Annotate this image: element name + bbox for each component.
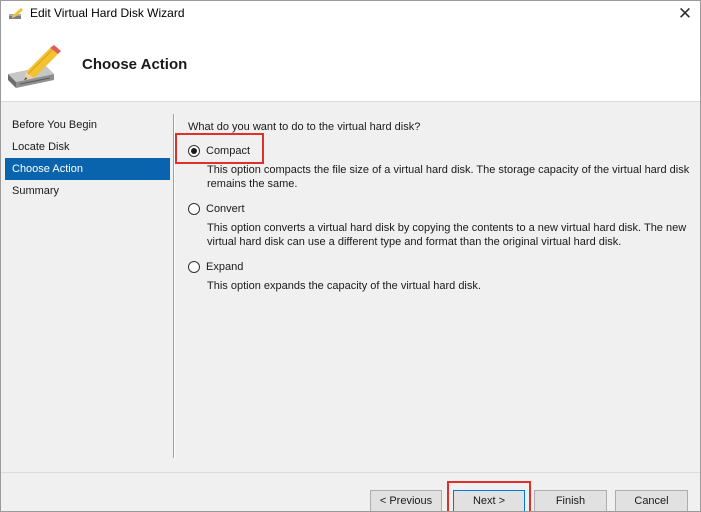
window-title: Edit Virtual Hard Disk Wizard	[30, 6, 185, 20]
nav-item-before-you-begin[interactable]: Before You Begin	[5, 114, 170, 136]
expand-label[interactable]: Expand	[206, 261, 243, 273]
nav-item-choose-action[interactable]: Choose Action	[5, 158, 170, 180]
convert-description: This option converts a virtual hard disk…	[207, 222, 687, 248]
convert-label[interactable]: Convert	[206, 203, 245, 215]
compact-highlight-box	[175, 133, 264, 164]
compact-description: This option compacts the file size of a …	[207, 164, 690, 190]
wizard-window: Edit Virtual Hard Disk Wizard ✕ Choose A…	[0, 0, 701, 512]
convert-radio[interactable]	[188, 203, 200, 215]
close-icon: ✕	[677, 3, 693, 23]
expand-radio[interactable]	[188, 261, 200, 273]
previous-button[interactable]: < Previous	[370, 490, 442, 511]
close-button[interactable]: ✕	[670, 1, 700, 26]
option-convert: Convert This option converts a virtual h…	[188, 201, 697, 249]
option-compact: Compact This option compacts the file si…	[188, 143, 697, 191]
expand-radio-row[interactable]: Expand	[188, 259, 697, 275]
expand-description: This option expands the capacity of the …	[207, 280, 481, 292]
compact-radio-row[interactable]: Compact	[188, 143, 697, 159]
nav-separator	[173, 114, 175, 458]
cancel-button[interactable]: Cancel	[615, 490, 688, 511]
wizard-header: Choose Action	[1, 26, 700, 102]
pencil-disk-icon	[8, 45, 61, 88]
option-expand: Expand This option expands the capacity …	[188, 259, 697, 293]
wizard-footer: < Previous Next > Finish Cancel	[1, 472, 700, 511]
step-nav: Before You Begin Locate Disk Choose Acti…	[5, 114, 170, 202]
nav-item-locate-disk[interactable]: Locate Disk	[5, 136, 170, 158]
page-title: Choose Action	[82, 56, 188, 73]
wizard-app-icon	[9, 8, 23, 19]
next-highlight-box	[447, 481, 531, 511]
title-bar: Edit Virtual Hard Disk Wizard ✕	[1, 1, 700, 26]
convert-radio-row[interactable]: Convert	[188, 201, 697, 217]
wizard-content: Before You Begin Locate Disk Choose Acti…	[1, 102, 700, 472]
nav-item-summary[interactable]: Summary	[5, 180, 170, 202]
finish-button[interactable]: Finish	[534, 490, 607, 511]
